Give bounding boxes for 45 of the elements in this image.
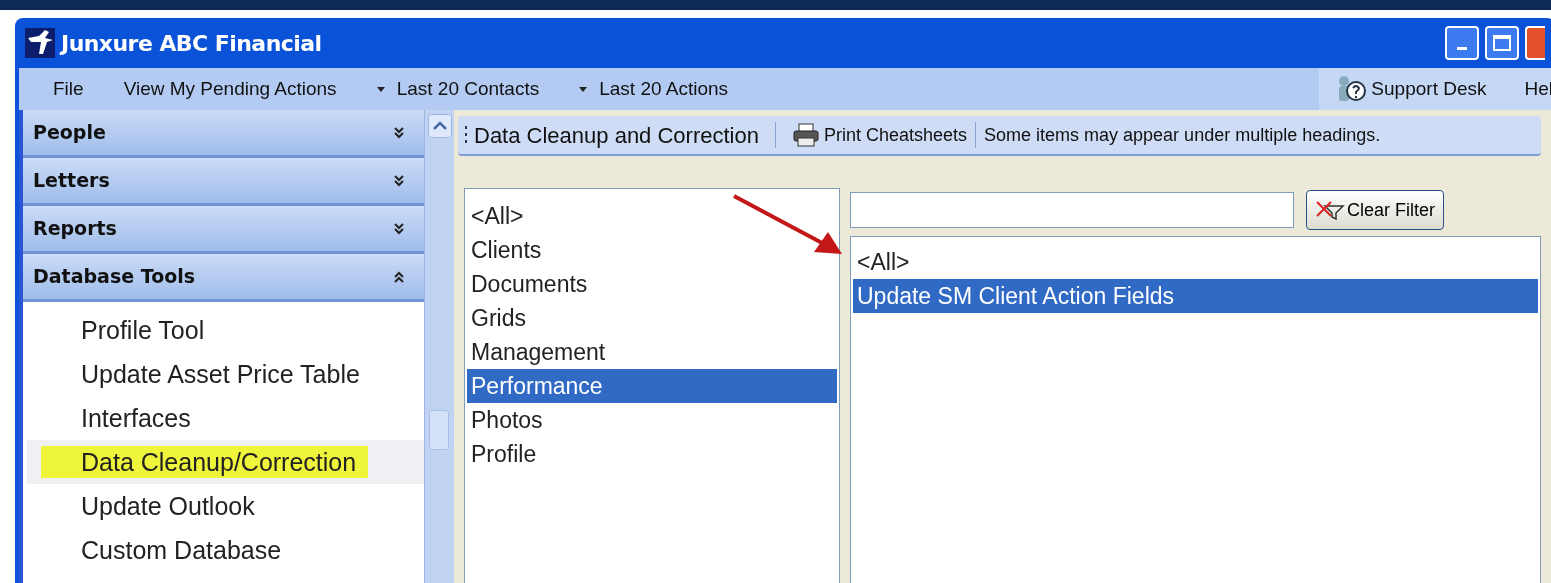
maximize-button[interactable] (1485, 26, 1519, 60)
section-header[interactable]: Database Tools (23, 254, 424, 302)
menu-item[interactable]: Last 20 Actions (579, 74, 729, 104)
window-title: Junxure ABC Financial (61, 29, 322, 58)
section-header[interactable]: Letters (23, 158, 424, 206)
menu-item[interactable]: Hel (1524, 74, 1551, 104)
sidebar-item[interactable]: Data Cleanup/Correction (41, 446, 369, 478)
category-item[interactable]: Documents (467, 267, 837, 301)
category-item[interactable]: <All> (467, 199, 837, 233)
category-item[interactable]: Photos (467, 403, 837, 437)
category-item[interactable]: Clients (467, 233, 837, 267)
sidebar-item[interactable]: Interfaces (81, 402, 191, 434)
scroll-thumb[interactable] (429, 410, 449, 450)
clear-filter-button[interactable]: Clear Filter (1306, 190, 1444, 230)
clear-filter-icon (1315, 200, 1345, 220)
category-item[interactable]: Profile (467, 437, 837, 471)
sidebar-item[interactable]: Custom Database (81, 534, 282, 566)
toolbar-grip-icon (464, 125, 468, 145)
tool-item[interactable]: <All> (853, 245, 1538, 279)
category-item[interactable]: Grids (467, 301, 837, 335)
menu-item[interactable]: Support Desk (1337, 74, 1487, 104)
printer-icon (791, 123, 820, 147)
app-logo-icon (25, 28, 55, 58)
toolbar-title: Data Cleanup and Correction (474, 121, 759, 150)
print-button[interactable]: Print Cheatsheets (791, 121, 968, 149)
filter-field[interactable] (850, 192, 1294, 228)
scrollbar[interactable] (424, 110, 454, 583)
category-item[interactable]: Management (467, 335, 837, 369)
tool-item[interactable]: Update SM Client Action Fields (853, 279, 1538, 313)
dropdown-caret-icon (579, 86, 588, 92)
sidebar-item[interactable]: Profile Tool (81, 314, 205, 346)
minimize-button[interactable] (1445, 26, 1479, 60)
section-header[interactable]: People (23, 110, 424, 158)
sidebar-item[interactable]: Update Asset Price Table (81, 358, 360, 390)
menu-item[interactable]: File (53, 74, 84, 104)
toolbar-note: Some items may appear under multiple headings. (984, 123, 1381, 147)
menu-item[interactable]: Last 20 Contacts (376, 74, 540, 104)
menu-item[interactable]: View My Pending Actions (123, 74, 337, 104)
section-header[interactable]: Reports (23, 206, 424, 254)
scroll-up-icon[interactable] (427, 114, 452, 138)
close-button[interactable] (1525, 26, 1545, 60)
sidebar-item[interactable]: Update Outlook (81, 490, 255, 522)
help-person-icon (1337, 75, 1368, 103)
dropdown-caret-icon (376, 86, 385, 92)
category-item[interactable]: Performance (467, 369, 837, 403)
